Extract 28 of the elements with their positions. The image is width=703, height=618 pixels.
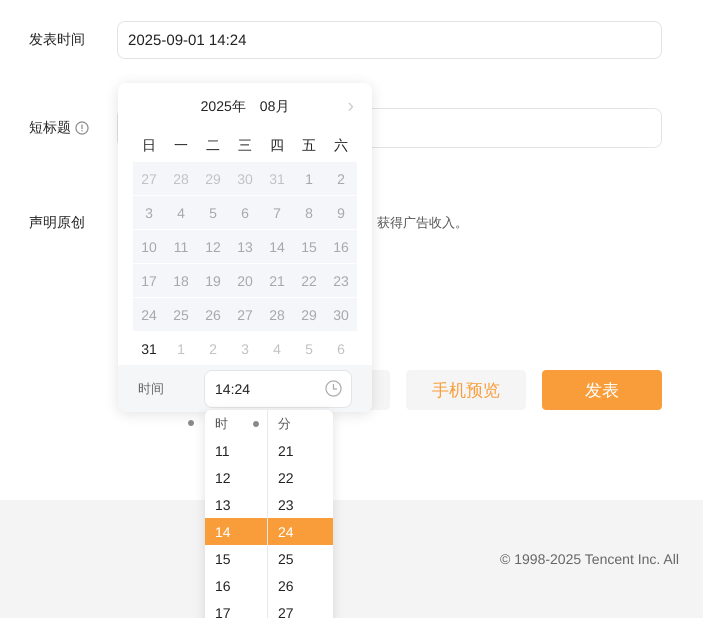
weekday-label: 六 [333,136,349,155]
time-field[interactable]: 14:24 [204,370,352,408]
minute-header: 分 [278,414,291,432]
field-label: 发表时间 [29,31,85,49]
weekday-label: 五 [301,136,317,155]
field-label: 短标题 [29,119,71,137]
time-label: 时间 [138,380,165,398]
dot-icon [188,420,194,426]
clock-icon [325,380,342,397]
publish-time-field[interactable]: 2025-09-01 14:24 [117,21,662,59]
info-icon [75,121,89,135]
hour-header: 时 [215,414,228,432]
weekday-label: 四 [269,136,285,155]
hour-option[interactable]: 14 [205,518,267,545]
weekday-label: 二 [205,136,221,155]
weekday-label: 一 [173,136,189,155]
weekday-label: 三 [237,136,253,155]
publish-button[interactable]: 发表 [542,370,662,410]
month-label[interactable]: 08月 [260,98,290,116]
copyright-text: © 1998-2025 Tencent Inc. All [500,551,679,567]
original-note: 获得广告收入。 [377,214,468,232]
preview-button[interactable]: 手机预览 [406,370,526,410]
year-label[interactable]: 2025年 [200,98,246,116]
dot-icon [253,420,259,426]
weekday-label: 日 [141,136,157,155]
next-month-button[interactable]: › [347,96,354,116]
minute-option[interactable]: 24 [268,518,333,545]
field-label: 声明原创 [29,214,85,232]
